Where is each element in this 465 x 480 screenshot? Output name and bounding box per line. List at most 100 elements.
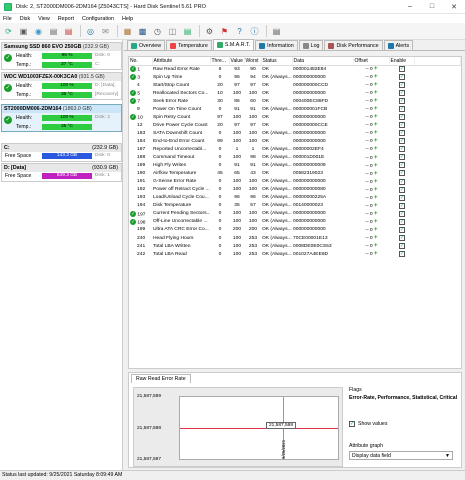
minus-icon[interactable]: – xyxy=(366,122,369,128)
enable-checkbox[interactable]: ✓ xyxy=(399,178,405,185)
plus-icon[interactable]: + xyxy=(374,227,378,233)
enable-checkbox[interactable]: ✓ xyxy=(399,106,405,113)
table-row[interactable]: ✓ 198 Off-Line Uncorrectable ... 0 100 100 OK… xyxy=(129,218,461,226)
minus-icon[interactable]: – xyxy=(366,171,369,177)
minus-icon[interactable]: – xyxy=(366,195,369,201)
enable-checkbox[interactable]: ✓ xyxy=(399,250,405,257)
table-row[interactable]: ✓ 197 Current Pending Sectors... 0 100 100 OK… xyxy=(129,210,461,218)
device-card[interactable]: Samsung SSD 860 EVO 250GB (232.9 GB) ✓ He… xyxy=(1,42,122,70)
plus-icon[interactable]: + xyxy=(374,163,378,169)
col-enable[interactable]: Enable xyxy=(389,57,415,66)
chart-icon[interactable]: ▤ xyxy=(181,25,194,38)
minus-icon[interactable]: – xyxy=(366,130,369,136)
tab-graph-attribute[interactable]: Raw Read Error Rate xyxy=(131,374,191,383)
menu-disk[interactable]: Disk xyxy=(20,16,30,22)
minus-icon[interactable]: – xyxy=(366,163,369,169)
settings-icon[interactable]: ⚙ xyxy=(203,25,216,38)
enable-checkbox[interactable]: ✓ xyxy=(399,90,405,97)
menu-configuration[interactable]: Configuration xyxy=(82,16,114,22)
enable-checkbox[interactable]: ✓ xyxy=(399,194,405,201)
minus-icon[interactable]: – xyxy=(366,243,369,249)
minus-icon[interactable]: – xyxy=(366,179,369,185)
col-value[interactable]: Value xyxy=(229,57,245,66)
table-row[interactable]: 4 Start/Stop Count 20 97 97 OK 000000000CCD –0 … xyxy=(129,81,461,89)
enable-checkbox[interactable]: ✓ xyxy=(399,234,405,241)
col-worst[interactable]: Worst xyxy=(244,57,262,66)
attribute-graph-select[interactable]: Display data field ▼ xyxy=(349,451,453,460)
minus-icon[interactable]: – xyxy=(366,187,369,193)
menu-report[interactable]: Report xyxy=(58,16,74,22)
plus-icon[interactable]: + xyxy=(374,106,378,112)
tab-overview[interactable]: Overview xyxy=(127,40,166,50)
plus-icon[interactable]: + xyxy=(374,219,378,225)
enable-checkbox[interactable]: ✓ xyxy=(399,162,405,169)
minus-icon[interactable]: – xyxy=(366,90,369,96)
minus-icon[interactable]: – xyxy=(366,106,369,112)
tab-disk-performance[interactable]: Disk Performance xyxy=(324,40,383,50)
volume-card[interactable]: D: [Data] (930.9 GB) Free Space 649.3 GB D… xyxy=(1,163,122,182)
enable-checkbox[interactable]: ✓ xyxy=(399,66,405,73)
report-icon[interactable]: ▤ xyxy=(47,25,60,38)
graph-icon[interactable]: ▤ xyxy=(62,25,75,38)
enable-checkbox[interactable]: ✓ xyxy=(399,170,405,177)
minus-icon[interactable]: – xyxy=(366,211,369,217)
table-row[interactable]: 199 Ultra ATA CRC Error Co... 0 200 200 OK (A… xyxy=(129,226,461,234)
table-row[interactable]: 9 Power On Time Count 0 91 91 OK (Always... 00… xyxy=(129,105,461,113)
plus-icon[interactable]: + xyxy=(374,66,378,72)
volume-card[interactable]: C: (232.9 GB) Free Space 143.3 GB Disk: 0 xyxy=(1,143,122,162)
minus-icon[interactable]: – xyxy=(366,227,369,233)
plus-icon[interactable]: + xyxy=(374,155,378,161)
enable-checkbox[interactable]: ✓ xyxy=(399,202,405,209)
table-row[interactable]: ✓ 10 Spin Retry Count 97 100 100 OK 0000000000… xyxy=(129,113,461,121)
table-row[interactable]: 184 End-to-End Error Count 99 100 100 OK 00000… xyxy=(129,137,461,145)
minus-icon[interactable]: – xyxy=(366,66,369,72)
table-row[interactable]: 242 Total LBA Read 0 100 253 OK (Always... 001… xyxy=(129,250,461,258)
show-values-option[interactable]: ✓ Show values xyxy=(349,421,387,427)
enable-checkbox[interactable]: ✓ xyxy=(399,154,405,161)
minus-icon[interactable]: – xyxy=(366,235,369,241)
enable-checkbox[interactable]: ✓ xyxy=(399,226,405,233)
enable-checkbox[interactable]: ✓ xyxy=(399,186,405,193)
minus-icon[interactable]: – xyxy=(366,155,369,161)
menu-file[interactable]: File xyxy=(3,16,12,22)
plus-icon[interactable]: + xyxy=(374,203,378,209)
device-card[interactable]: WDC WD1003FZEX-00K3CA0 (931.5 GB) ✓ Healt… xyxy=(1,72,122,100)
minus-icon[interactable]: – xyxy=(366,98,369,104)
table-row[interactable]: 12 Drive Power Cycle Count 20 97 97 OK 0000000… xyxy=(129,121,461,129)
disk-icon[interactable]: ▣ xyxy=(17,25,30,38)
table-row[interactable]: 193 Load/Unload Cycle Cou... 0 96 96 OK (Alwa… xyxy=(129,194,461,202)
flag-icon[interactable]: ⚑ xyxy=(218,25,231,38)
plus-icon[interactable]: + xyxy=(374,179,378,185)
minus-icon[interactable]: – xyxy=(366,251,369,257)
enable-checkbox[interactable]: ✓ xyxy=(399,98,405,105)
registration-icon[interactable]: ▤ xyxy=(270,25,283,38)
plus-icon[interactable]: + xyxy=(374,171,378,177)
col-data[interactable]: Data xyxy=(292,57,354,66)
plus-icon[interactable]: + xyxy=(374,235,378,241)
table-row[interactable]: ✓ 1 Raw Read Error Rate 6 93 90 OK 000001482E8… xyxy=(129,65,461,73)
plus-icon[interactable]: + xyxy=(374,146,378,152)
col-status[interactable]: Status xyxy=(261,57,293,66)
device-card-selected[interactable]: ST2000DM006-2DM164 (1863.0 GB) ✓ Health: 1… xyxy=(1,104,122,132)
table-row[interactable]: 192 Power off Retract Cycle ... 0 100 100 OK … xyxy=(129,186,461,194)
plus-icon[interactable]: + xyxy=(374,90,378,96)
plus-icon[interactable]: + xyxy=(374,195,378,201)
menu-help[interactable]: Help xyxy=(122,16,133,22)
backup-icon[interactable]: ▦ xyxy=(121,25,134,38)
enable-checkbox[interactable]: ✓ xyxy=(399,146,405,153)
table-row[interactable]: ✓ 5 Reallocated Sectors Co... 10 100 100 OK 00… xyxy=(129,89,461,97)
plus-icon[interactable]: + xyxy=(374,251,378,257)
plus-icon[interactable]: + xyxy=(374,122,378,128)
globe-icon[interactable]: ◎ xyxy=(84,25,97,38)
info-icon[interactable]: ⓘ xyxy=(248,25,261,38)
tab-log[interactable]: Log xyxy=(298,40,324,50)
help-icon[interactable]: ? xyxy=(233,25,246,38)
enable-checkbox[interactable]: ✓ xyxy=(399,218,405,225)
tab-temperature[interactable]: Temperature xyxy=(166,40,212,50)
monitor-icon[interactable]: ▩ xyxy=(136,25,149,38)
plus-icon[interactable]: + xyxy=(374,138,378,144)
plus-icon[interactable]: + xyxy=(374,82,378,88)
table-row[interactable]: ✓ 7 Seek Error Rate 30 86 60 OK 000400EC86FD –0… xyxy=(129,97,461,105)
enable-checkbox[interactable]: ✓ xyxy=(399,114,405,121)
enable-checkbox[interactable]: ✓ xyxy=(399,138,405,145)
